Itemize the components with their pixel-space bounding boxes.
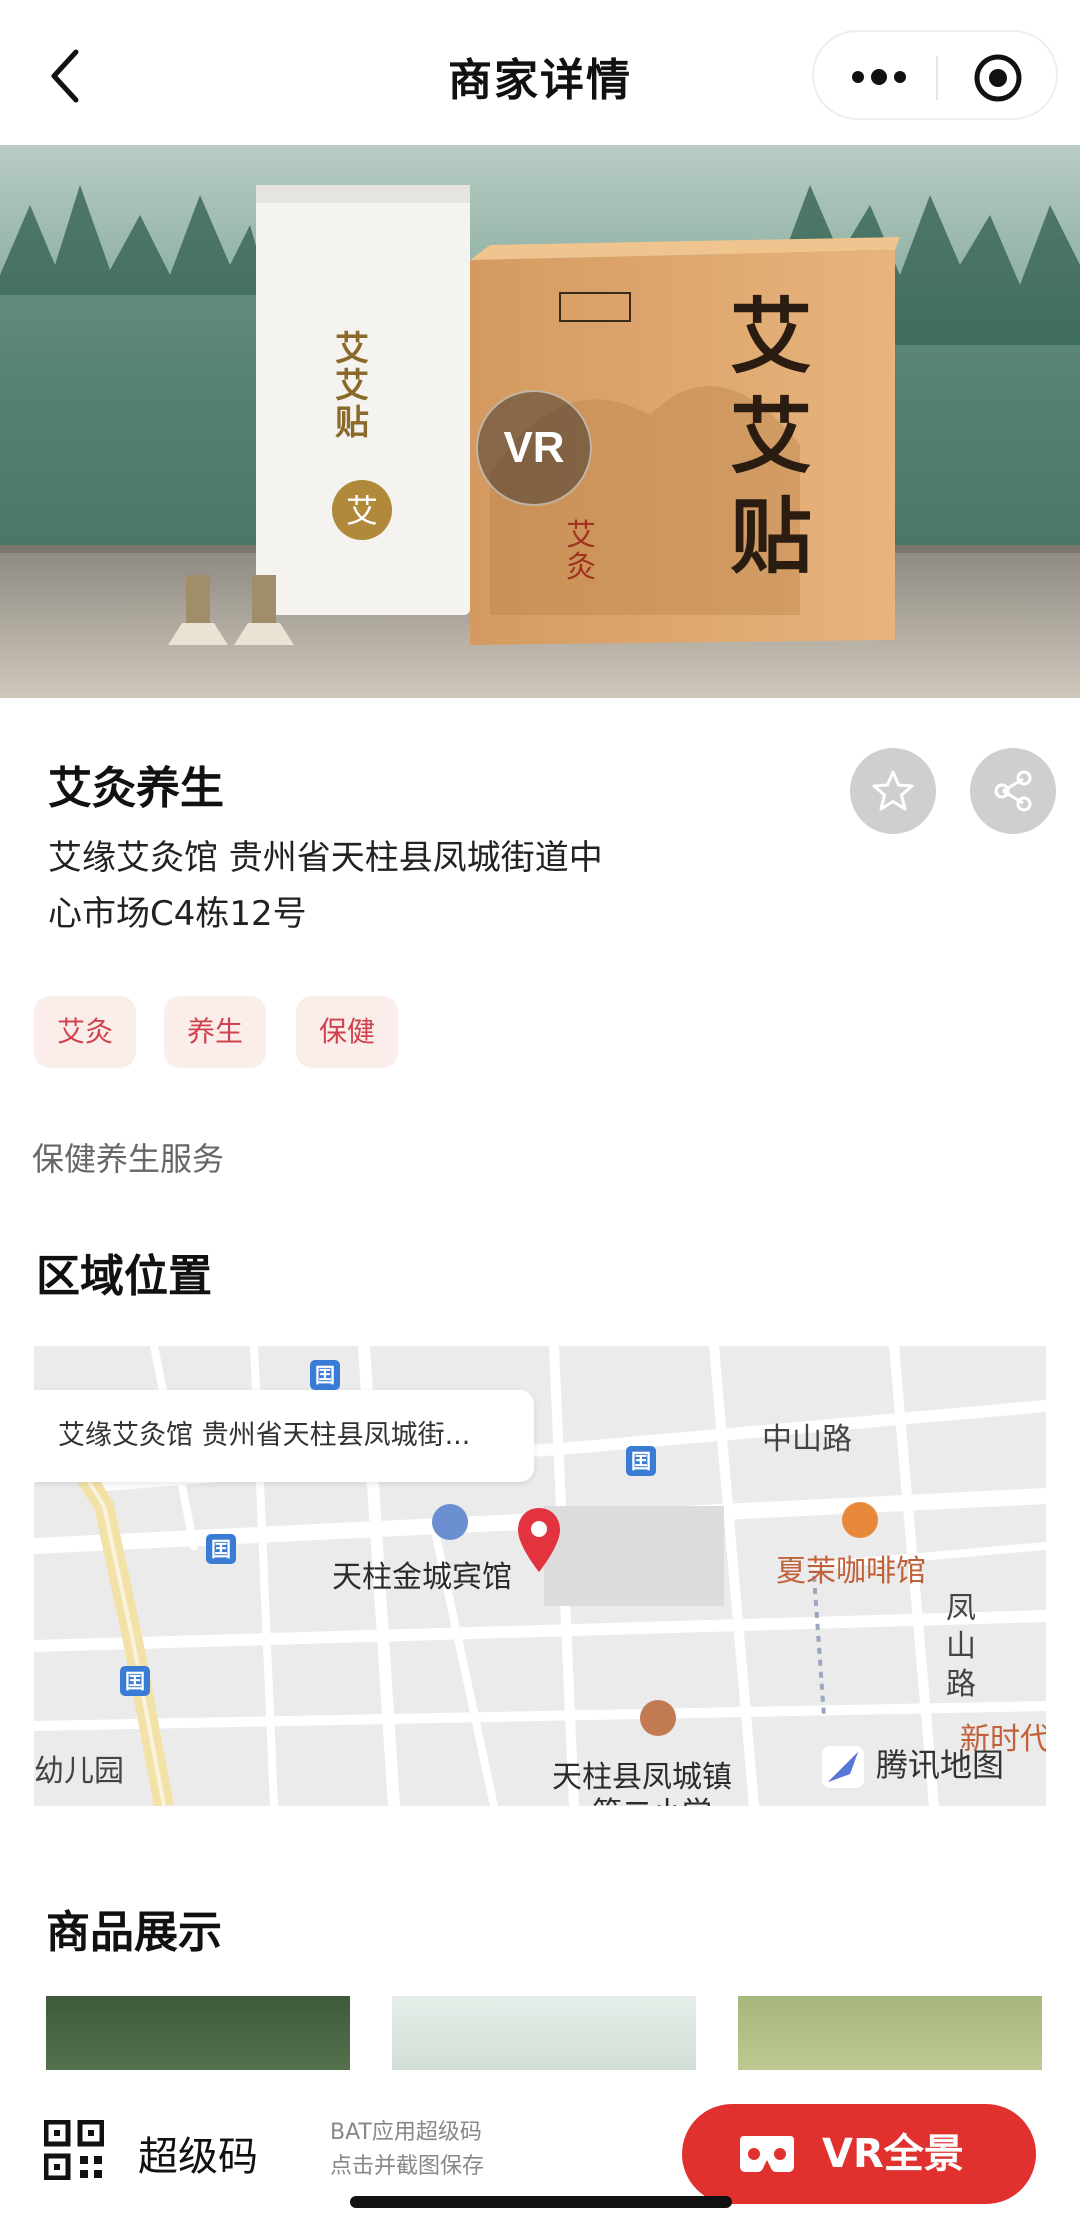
map-label-road: 凤山路 <box>946 1591 976 1702</box>
capsule-menu <box>812 30 1058 120</box>
vr-panorama-button[interactable]: VR全景 <box>682 2104 1036 2204</box>
map-label-hotel: 天柱金城宾馆 <box>332 1560 512 1595</box>
map-callout[interactable]: 艾缘艾灸馆 贵州省天柱县凤城街... <box>34 1390 534 1482</box>
favorite-button[interactable] <box>850 748 936 834</box>
section-title-location: 区域位置 <box>36 1251 212 1302</box>
vr-glasses-icon <box>740 2136 794 2172</box>
merchant-description: 保健养生服务 <box>32 1140 225 1178</box>
vr-badge[interactable]: VR <box>476 390 592 506</box>
map-label-school: 第二小学 <box>592 1788 712 1806</box>
target-close-icon[interactable] <box>972 52 1024 104</box>
svg-text:艾: 艾 <box>730 289 812 385</box>
banner-image[interactable]: 艾 艾 贴 艾 艾 艾 贴 艾 灸 VR <box>0 145 1080 698</box>
map-label-kindergarten: 幼儿园 <box>34 1754 124 1789</box>
bus-stop-icon: 囯 <box>206 1534 236 1564</box>
tag-item[interactable]: 艾灸 <box>34 996 136 1068</box>
svg-text:艾: 艾 <box>730 389 812 485</box>
tencent-map-logo-icon <box>822 1746 864 1788</box>
hint-line-1: BAT应用超级码 <box>330 2120 482 2145</box>
super-code-hint: BAT应用超级码 点击并截图保存 <box>330 2116 484 2184</box>
svg-text:艾: 艾 <box>346 492 378 530</box>
more-dots-icon[interactable] <box>844 60 914 94</box>
svg-text:艾: 艾 <box>335 329 369 369</box>
merchant-address: 艾缘艾灸馆 贵州省天柱县凤城街道中 心市场C4栋12号 <box>48 830 688 942</box>
bus-stop-icon: 囯 <box>310 1360 340 1390</box>
star-icon <box>872 770 914 811</box>
merchant-name: 艾灸养生 <box>48 763 224 814</box>
svg-text:艾: 艾 <box>566 518 596 553</box>
location-pin-icon <box>518 1508 560 1572</box>
map-label-cafe: 夏茉咖啡馆 <box>776 1554 926 1589</box>
super-code-label[interactable]: 超级码 <box>138 2124 258 2182</box>
svg-text:艾: 艾 <box>335 366 369 406</box>
vr-panorama-label: VR全景 <box>822 2131 964 2177</box>
qr-code-icon[interactable] <box>44 2120 104 2180</box>
school-icon <box>640 1700 676 1736</box>
capsule-divider <box>936 56 938 100</box>
svg-text:贴: 贴 <box>335 403 369 443</box>
map-provider-name: 腾讯地图 <box>876 1746 1005 1784</box>
section-title-goods: 商品展示 <box>46 1907 222 1958</box>
share-button[interactable] <box>970 748 1056 834</box>
address-line-1: 艾缘艾灸馆 贵州省天柱县凤城街道中 <box>48 838 603 878</box>
hint-line-2: 点击并截图保存 <box>330 2154 485 2179</box>
bus-stop-icon: 囯 <box>120 1666 150 1696</box>
tag-item[interactable]: 养生 <box>164 996 266 1068</box>
svg-text:灸: 灸 <box>566 550 596 585</box>
map-view[interactable]: 艾缘艾灸馆 贵州省天柱县凤城街... 囯 囯 囯 囯 中山路 天柱金城宾馆 夏茉… <box>34 1346 1046 1806</box>
home-indicator <box>350 2196 732 2208</box>
map-label-road: 中山路 <box>762 1422 852 1457</box>
bus-stop-icon: 囯 <box>626 1446 656 1476</box>
cafe-icon <box>842 1502 878 1538</box>
nav-bar: 商家详情 <box>0 0 1080 145</box>
tag-item[interactable]: 保健 <box>296 996 398 1068</box>
page: 商家详情 艾 艾 贴 艾 艾 艾 贴 艾 灸 VR 艾灸养生 艾缘艾灸馆 贵州省… <box>0 0 1080 2220</box>
hotel-icon <box>432 1504 468 1540</box>
address-line-2: 心市场C4栋12号 <box>48 894 307 934</box>
share-icon <box>994 770 1032 812</box>
svg-text:贴: 贴 <box>730 489 812 585</box>
